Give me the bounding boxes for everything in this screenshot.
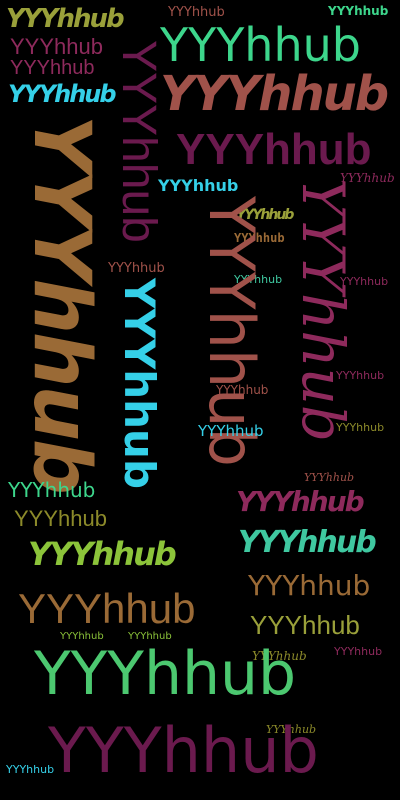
word-25: YYYhhub xyxy=(198,422,264,440)
word-10: YYYhhub xyxy=(158,176,239,195)
word-6: YYYhhub xyxy=(8,80,117,108)
word-1: YYYhhub xyxy=(6,4,125,34)
word-4: YYYhhub xyxy=(10,34,103,59)
word-37: YYYhhub xyxy=(334,645,383,658)
word-26: YYYhhub xyxy=(304,471,355,484)
word-9: YYYhhub xyxy=(176,125,372,174)
word-28: YYYhhub xyxy=(14,506,107,531)
word-39: YYYhhub xyxy=(34,639,297,709)
word-16: YYYhhub xyxy=(108,261,165,276)
word-29: YYYhhub xyxy=(236,485,365,518)
word-34: YYYhhub xyxy=(250,610,360,640)
word-13: YYYhhub xyxy=(112,40,165,243)
word-cloud: YYYhhub YYYhhub YYYhhub YYYhhub YYYhhub … xyxy=(0,0,400,800)
word-7: YYYhhub xyxy=(160,18,361,72)
word-27: YYYhhub xyxy=(8,478,96,502)
word-20: YYYhhub xyxy=(115,278,164,490)
word-31: YYYhhub xyxy=(28,535,177,573)
word-41: YYYhhub xyxy=(48,714,319,787)
word-22: YYYhhub xyxy=(336,369,385,382)
word-24: YYYhhub xyxy=(336,421,385,434)
word-33: YYYhhub xyxy=(18,585,196,632)
word-23: YYYhhub xyxy=(216,383,269,397)
word-12: YYYhhub xyxy=(16,115,106,493)
word-30: YYYhhub xyxy=(238,525,377,560)
word-42: YYYhhub xyxy=(6,763,55,776)
word-21: YYYhhub xyxy=(289,178,357,443)
word-32: YYYhhub xyxy=(248,569,371,602)
word-5: YYYhhub xyxy=(10,57,95,79)
word-3: YYYhhub xyxy=(328,4,389,18)
word-8: YYYhhub xyxy=(160,66,389,122)
